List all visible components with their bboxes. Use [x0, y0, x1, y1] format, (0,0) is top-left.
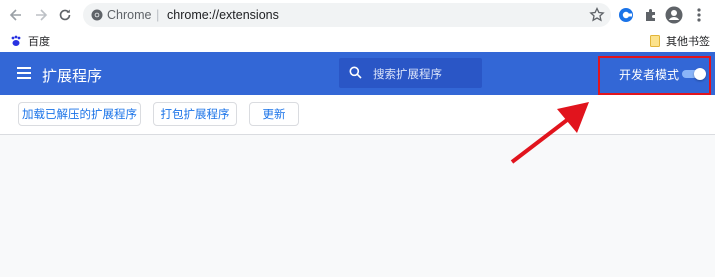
extensions-button[interactable] — [641, 5, 661, 25]
bookmark-other-folder[interactable]: 其他书签 — [650, 33, 710, 49]
url-text[interactable]: chrome://extensions — [167, 8, 279, 22]
bookmark-folder-label: 其他书签 — [666, 36, 710, 48]
arrow-right-icon — [36, 9, 48, 21]
developer-actions-bar: 加载已解压的扩展程序 打包扩展程序 更新 — [0, 95, 715, 135]
search-placeholder: 搜索扩展程序 — [373, 69, 442, 81]
bookmark-baidu[interactable]: 百度 — [10, 33, 50, 49]
bookmark-label: 百度 — [28, 36, 50, 48]
pack-extension-button[interactable]: 打包扩展程序 — [153, 102, 237, 126]
account-circle-icon — [665, 6, 683, 24]
puzzle-icon — [646, 9, 655, 21]
vertical-dots-icon — [697, 8, 701, 22]
chrome-logo-icon — [91, 9, 103, 21]
reload-icon — [59, 9, 71, 21]
update-button[interactable]: 更新 — [249, 102, 299, 126]
profile-extension-button[interactable] — [616, 5, 636, 25]
baidu-paw-icon — [10, 35, 22, 47]
site-name: Chrome — [107, 8, 152, 22]
folder-icon — [650, 35, 660, 47]
browser-toolbar: Chrome | chrome://extensions — [0, 0, 715, 30]
annotation-highlight-box — [598, 56, 711, 95]
chrome-menu-button[interactable] — [689, 5, 709, 25]
page-title: 扩展程序 — [42, 68, 103, 85]
forward-button[interactable] — [31, 5, 51, 25]
account-button[interactable] — [664, 5, 684, 25]
search-icon — [349, 66, 362, 79]
url-separator: | — [156, 7, 160, 22]
arrow-left-icon — [9, 9, 21, 21]
reload-button[interactable] — [55, 5, 75, 25]
bookmarks-bar: 百度 其他书签 — [0, 30, 715, 52]
load-unpacked-button[interactable]: 加载已解压的扩展程序 — [18, 102, 141, 126]
address-bar[interactable]: Chrome | chrome://extensions — [83, 3, 611, 27]
extensions-search-input[interactable]: 搜索扩展程序 — [339, 58, 482, 88]
extensions-list-area — [0, 135, 715, 277]
star-icon[interactable] — [588, 6, 606, 24]
blue-circle-extension-icon — [619, 8, 633, 22]
back-button[interactable] — [6, 5, 26, 25]
annotation-arrow — [510, 102, 589, 164]
hamburger-menu-icon[interactable] — [17, 66, 33, 80]
